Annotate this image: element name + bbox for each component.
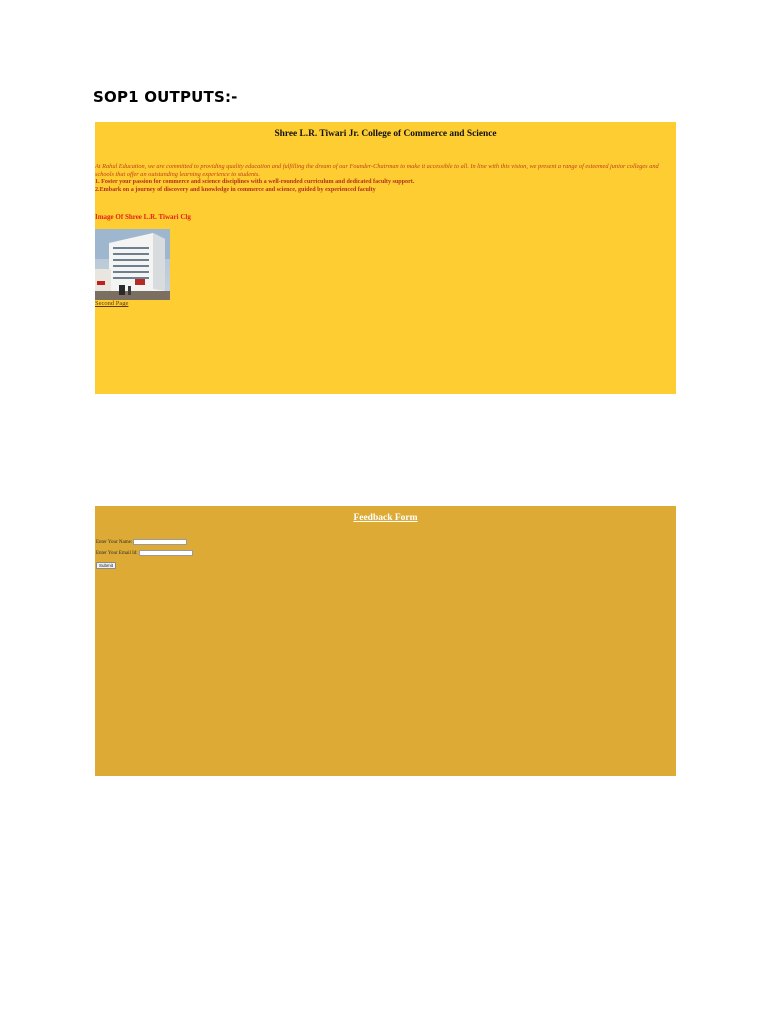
name-row: Enter Your Name: [96,539,188,545]
output-frame-college-page: Shree L.R. Tiwari Jr. College of Commerc… [95,122,676,394]
name-input[interactable] [133,539,188,545]
points-list: 1. Foster your passion for commerce and … [95,179,414,194]
output-frame-feedback-form: Feedback Form Enter Your Name: Enter You… [95,506,676,776]
college-title: Shree L.R. Tiwari Jr. College of Commerc… [274,129,497,139]
name-label: Enter Your Name: [96,539,133,545]
email-row: Enter Your Email Id: [96,550,193,556]
email-input[interactable] [138,550,193,556]
image-heading: Image Of Shree L.R. Tiwari Clg [95,213,191,221]
college-building-photo [95,229,170,300]
intro-paragraph: At Rahul Education, we are committed to … [95,163,659,178]
second-page-link[interactable]: Second Page [95,300,128,307]
building-image-icon [95,229,170,300]
list-item: 1. Foster your passion for commerce and … [95,179,415,185]
document-heading: SOP1 OUTPUTS:- [93,88,238,106]
email-label: Enter Your Email Id: [96,550,138,556]
list-item: 2.Embark on a journey of discovery and k… [95,186,376,193]
feedback-form-title: Feedback Form [353,513,418,523]
submit-button[interactable]: Submit [96,562,117,569]
